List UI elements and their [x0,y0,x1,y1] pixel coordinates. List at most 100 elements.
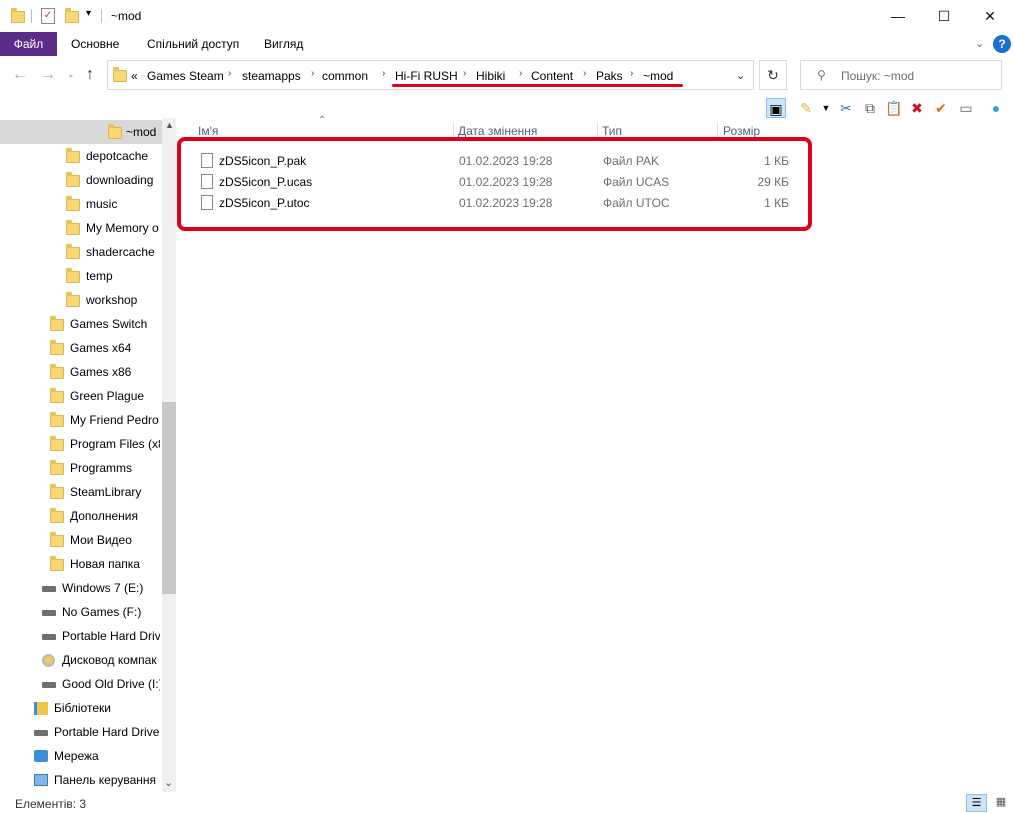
sidebar-item-mod[interactable]: ~mod [0,120,162,144]
folder-icon [50,412,64,427]
back-arrow-icon[interactable]: ← [12,66,28,84]
sidebar-item-program-files[interactable]: Program Files (x8 [0,432,160,456]
edit-icon[interactable]: ✎ [796,98,816,118]
sidebar-item-label: Windows 7 (E:) [62,581,144,595]
close-button[interactable]: ✕ [967,0,1013,32]
sidebar-item-downloading[interactable]: downloading [0,168,160,192]
search-placeholder: Пошук: ~mod [841,69,915,83]
forward-arrow-icon[interactable]: → [40,66,56,84]
sidebar-item-my-friend-pedro[interactable]: My Friend Pedro [0,408,160,432]
sidebar-item-libraries[interactable]: Бібліотеки [0,696,160,720]
sidebar-item-label: Portable Hard Drive [54,725,160,739]
breadcrumb-separator-icon[interactable]: › [630,68,633,79]
sidebar-item-label: workshop [86,293,138,307]
tab-view[interactable]: Вигляд [264,32,303,56]
folder-icon [66,172,80,187]
sidebar-item-games-x86[interactable]: Games x86 [0,360,160,384]
breadcrumb[interactable]: Paks [596,69,623,83]
sidebar-item-dopolneniya[interactable]: Дополнения [0,504,160,528]
breadcrumb-separator-icon[interactable]: › [228,68,231,79]
search-input[interactable]: ⚲ Пошук: ~mod [800,60,1002,90]
folder-icon [113,67,127,82]
dropdown-icon[interactable]: ▼ [816,98,836,118]
properties-icon[interactable]: ✓ [41,8,55,24]
breadcrumb-separator-icon[interactable]: › [311,68,314,79]
breadcrumb[interactable]: steamapps [242,69,301,83]
up-arrow-icon[interactable]: ↑ [86,66,94,84]
folder-icon [50,556,64,571]
breadcrumb[interactable]: Hibiki [476,69,505,83]
drive-icon [42,634,56,640]
breadcrumb-separator-icon[interactable]: › [382,68,385,79]
minimize-button[interactable]: — [875,0,921,32]
folder-icon [11,8,25,23]
checkmark-icon[interactable]: ✔ [931,98,951,118]
help-icon[interactable]: ? [993,35,1011,53]
sidebar-item-shadercache[interactable]: shadercache [0,240,160,264]
sidebar-item-programms[interactable]: Programms [0,456,160,480]
sidebar-item-portable-hard-drive[interactable]: Portable Hard Driv [0,624,160,648]
sidebar-item-music[interactable]: music [0,192,160,216]
breadcrumb-separator-icon[interactable]: › [463,68,466,79]
column-header-type[interactable]: Тип [602,124,622,138]
sidebar-item-drive-i[interactable]: Good Old Drive (I:) [0,672,160,696]
breadcrumb[interactable]: ~mod [643,69,673,83]
tab-file[interactable]: Файл [0,32,57,56]
sidebar-item-temp[interactable]: temp [0,264,160,288]
sidebar-item-my-memory[interactable]: My Memory o [0,216,160,240]
large-icons-view-icon[interactable]: ▦ [991,794,1011,812]
sidebar-item-workshop[interactable]: workshop [0,288,160,312]
new-folder-icon[interactable] [65,8,79,23]
address-dropdown-icon[interactable]: ⌄ [736,69,745,82]
tab-share[interactable]: Спільний доступ [147,32,239,56]
sidebar-item-network[interactable]: Мережа [0,744,160,768]
breadcrumb[interactable]: Content [531,69,573,83]
folder-icon [66,148,80,163]
sidebar-item-games-x64[interactable]: Games x64 [0,336,160,360]
breadcrumb[interactable]: Games Steam [147,69,224,83]
recent-locations-icon[interactable]: ⌄ [67,69,75,80]
sidebar-item-label: Games Switch [70,317,148,331]
sidebar-item-control-panel[interactable]: Панель керування [0,768,160,792]
column-header-date[interactable]: Дата змінення [458,124,537,138]
globe-icon[interactable]: ● [986,98,1006,118]
sidebar-item-drive-e[interactable]: Windows 7 (E:) [0,576,160,600]
sidebar-item-green-plague[interactable]: Green Plague [0,384,160,408]
sidebar-item-portable-hard-drive-2[interactable]: Portable Hard Drive [0,720,160,744]
sidebar-item-cd-drive[interactable]: Дисковод компак [0,648,160,672]
column-header-name[interactable]: Ім'я [198,124,218,138]
customize-quick-access-icon[interactable]: ▾ [86,8,91,19]
details-view-icon[interactable]: ☰ [966,794,987,812]
delete-icon[interactable]: ✖ [907,98,927,118]
sidebar-item-label: Панель керування [54,773,157,787]
rename-icon[interactable]: ▭ [956,98,976,118]
preview-pane-icon[interactable]: ▣ [766,98,786,118]
sidebar-item-label: Program Files (x8 [70,437,160,451]
sidebar-item-label: No Games (F:) [62,605,142,619]
tab-home[interactable]: Основне [71,32,119,56]
breadcrumb-separator-icon[interactable]: › [583,68,586,79]
breadcrumb-overflow[interactable]: « [131,69,138,83]
sidebar-item-games-switch[interactable]: Games Switch [0,312,160,336]
breadcrumb-separator-icon[interactable]: › [519,68,522,79]
refresh-button[interactable]: ↻ [759,60,787,90]
breadcrumb[interactable]: Hi-Fi RUSH [395,69,458,83]
sidebar-scrollbar-thumb[interactable] [162,402,176,594]
sidebar-item-novaya-papka[interactable]: Новая папка [0,552,160,576]
cut-icon[interactable]: ✂ [836,98,856,118]
paste-icon[interactable]: 📋 [884,98,904,118]
scroll-up-icon[interactable]: ▲ [165,120,174,130]
scroll-down-icon[interactable]: ⌄ [164,776,173,789]
sidebar-item-steamlibrary[interactable]: SteamLibrary [0,480,160,504]
breadcrumb[interactable]: common [322,69,368,83]
copy-icon[interactable]: ⧉ [860,98,880,118]
sidebar-item-moi-video[interactable]: Мои Видео [0,528,160,552]
expand-ribbon-icon[interactable]: ⌄ [975,37,984,50]
folder-icon [50,436,64,451]
sidebar-item-label: Games x64 [70,341,132,355]
maximize-button[interactable]: ☐ [921,0,967,32]
sidebar-item-drive-f[interactable]: No Games (F:) [0,600,160,624]
column-header-size[interactable]: Розмір [723,124,760,138]
sidebar-item-depotcache[interactable]: depotcache [0,144,160,168]
navigation-row: ← → ⌄ ↑ « Games Steam › steamapps › comm… [0,58,1013,94]
